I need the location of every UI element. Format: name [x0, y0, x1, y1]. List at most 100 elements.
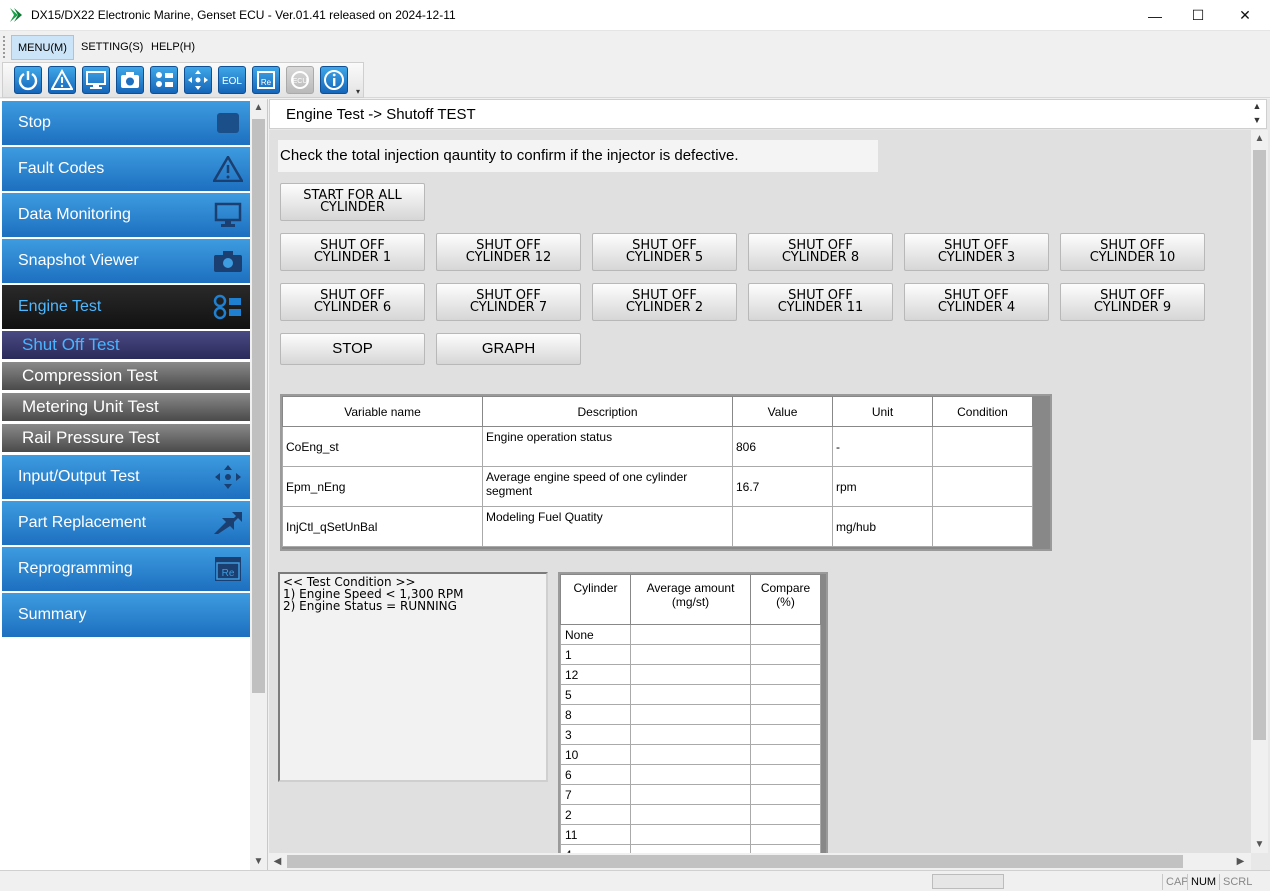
- table-row[interactable]: 7: [560, 784, 821, 805]
- cylinder-cell: None: [560, 624, 631, 645]
- shut-off-cylinder-4-button[interactable]: SHUT OFF CYLINDER 4: [904, 283, 1049, 321]
- test-condition-box[interactable]: << Test Condition >> 1) Engine Speed < 1…: [278, 572, 548, 782]
- shut-off-cylinder-7-button[interactable]: SHUT OFF CYLINDER 7: [436, 283, 581, 321]
- scroll-down-icon[interactable]: ▼: [250, 853, 267, 870]
- menu-item-help[interactable]: HELP(H): [145, 35, 201, 60]
- shut-off-cylinder-1-button[interactable]: SHUT OFF CYLINDER 1: [280, 233, 425, 271]
- eol-icon-label: EOL: [222, 76, 242, 87]
- table-row[interactable]: 12: [560, 664, 821, 685]
- sidebar-subitem-compression-test[interactable]: Compression Test: [2, 362, 250, 390]
- cylinder-result-table: Cylinder Average amount (mg/st) Compare (%…: [558, 572, 828, 853]
- column-header[interactable]: Compare (%): [750, 574, 821, 625]
- camera-icon[interactable]: [116, 66, 144, 94]
- warning-icon[interactable]: [48, 66, 76, 94]
- table-row[interactable]: 5: [560, 684, 821, 705]
- menu-item-setting[interactable]: SETTING(S): [75, 35, 149, 60]
- ecu-icon[interactable]: ECU: [286, 66, 314, 94]
- table-row[interactable]: 1: [560, 644, 821, 665]
- close-button[interactable]: ✕: [1222, 0, 1268, 31]
- description-cell: Average engine speed of one cylinder seg…: [482, 466, 733, 507]
- sidebar-scrollbar[interactable]: ▲ ▼: [250, 99, 267, 870]
- table-row[interactable]: CoEng_st Engine operation status 806 -: [282, 426, 1033, 467]
- table-row[interactable]: 10: [560, 744, 821, 765]
- shut-off-cylinder-12-button[interactable]: SHUT OFF CYLINDER 12: [436, 233, 581, 271]
- column-header[interactable]: Condition: [932, 396, 1033, 427]
- scroll-up-icon[interactable]: ▲: [250, 99, 267, 116]
- table-row[interactable]: None: [560, 624, 821, 645]
- toolbar-overflow-icon[interactable]: ▾: [356, 87, 360, 96]
- column-header[interactable]: Value: [732, 396, 833, 427]
- sidebar-subitem-metering-unit-test[interactable]: Metering Unit Test: [2, 393, 250, 421]
- sidebar-item-data-monitoring[interactable]: Data Monitoring: [2, 193, 250, 237]
- table-row[interactable]: 8: [560, 704, 821, 725]
- button-line: CYLINDER 3: [937, 250, 1016, 265]
- menu-item-menu[interactable]: MENU(M): [11, 35, 74, 60]
- average-cell: [630, 804, 751, 825]
- table-row[interactable]: InjCtl_qSetUnBal Modeling Fuel Quatity m…: [282, 506, 1033, 547]
- condition-cell: [932, 466, 1033, 507]
- power-icon[interactable]: [14, 66, 42, 94]
- main-vertical-scrollbar[interactable]: ▲ ▼: [1251, 130, 1268, 853]
- table-row[interactable]: 6: [560, 764, 821, 785]
- scroll-left-icon[interactable]: ◀: [269, 853, 286, 870]
- average-cell: [630, 644, 751, 665]
- breadcrumb-down-icon[interactable]: ▼: [1250, 115, 1264, 129]
- test-condition-line: 2) Engine Status = RUNNING: [283, 599, 457, 613]
- reprogram-icon[interactable]: Re: [252, 66, 280, 94]
- shut-off-cylinder-3-button[interactable]: SHUT OFF CYLINDER 3: [904, 233, 1049, 271]
- column-header[interactable]: Cylinder: [560, 574, 631, 625]
- sidebar-item-reprogramming[interactable]: Reprogramming Re: [2, 547, 250, 591]
- eol-icon[interactable]: EOL: [218, 66, 246, 94]
- shut-off-cylinder-8-button[interactable]: SHUT OFF CYLINDER 8: [748, 233, 893, 271]
- sidebar-item-fault-codes[interactable]: Fault Codes: [2, 147, 250, 191]
- sidebar-item-stop[interactable]: Stop: [2, 101, 250, 145]
- monitor-icon[interactable]: [82, 66, 110, 94]
- main-vertical-scroll-thumb[interactable]: [1253, 150, 1266, 740]
- scroll-down-icon[interactable]: ▼: [1251, 836, 1268, 853]
- compare-cell: [750, 624, 821, 645]
- start-all-cylinder-button[interactable]: START FOR ALL CYLINDER: [280, 183, 425, 221]
- table-row[interactable]: 2: [560, 804, 821, 825]
- sidebar-item-part-replacement[interactable]: Part Replacement: [2, 501, 250, 545]
- shut-off-cylinder-6-button[interactable]: SHUT OFF CYLINDER 6: [280, 283, 425, 321]
- sidebar-item-engine-test[interactable]: Engine Test: [2, 285, 250, 329]
- main-horizontal-scroll-thumb[interactable]: [287, 855, 1183, 868]
- table-row[interactable]: 3: [560, 724, 821, 745]
- maximize-button[interactable]: ☐: [1175, 0, 1221, 31]
- shut-off-cylinder-10-button[interactable]: SHUT OFF CYLINDER 10: [1060, 233, 1205, 271]
- table-row[interactable]: Epm_nEng Average engine speed of one cyl…: [282, 466, 1033, 507]
- scroll-right-icon[interactable]: ▶: [1232, 853, 1249, 870]
- button-line: CYLINDER 4: [937, 300, 1016, 315]
- column-header[interactable]: Average amount (mg/st): [630, 574, 751, 625]
- sidebar-scroll-thumb[interactable]: [252, 119, 265, 693]
- minimize-button[interactable]: —: [1132, 0, 1178, 31]
- graph-button[interactable]: GRAPH: [436, 333, 581, 365]
- sidebar-item-input-output-test[interactable]: Input/Output Test: [2, 455, 250, 499]
- compare-cell: [750, 704, 821, 725]
- sidebar-subitem-rail-pressure-test[interactable]: Rail Pressure Test: [2, 424, 250, 452]
- shut-off-cylinder-11-button[interactable]: SHUT OFF CYLINDER 11: [748, 283, 893, 321]
- sidebar-item-snapshot-viewer[interactable]: Snapshot Viewer: [2, 239, 250, 283]
- column-header[interactable]: Variable name: [282, 396, 483, 427]
- sidebar-item-label: Snapshot Viewer: [18, 252, 139, 269]
- scroll-up-icon[interactable]: ▲: [1251, 130, 1268, 147]
- breadcrumb-up-icon[interactable]: ▲: [1250, 101, 1264, 115]
- shut-off-cylinder-5-button[interactable]: SHUT OFF CYLINDER 5: [592, 233, 737, 271]
- column-header[interactable]: Unit: [832, 396, 933, 427]
- shut-off-cylinder-2-button[interactable]: SHUT OFF CYLINDER 2: [592, 283, 737, 321]
- description-cell: Engine operation status: [482, 426, 733, 467]
- io-arrows-icon[interactable]: [184, 66, 212, 94]
- sidebar-subitem-shut-off-test[interactable]: Shut Off Test: [2, 331, 250, 359]
- variable-name-cell: InjCtl_qSetUnBal: [282, 506, 483, 547]
- info-icon[interactable]: [320, 66, 348, 94]
- engine-test-icon[interactable]: [150, 66, 178, 94]
- table-row[interactable]: 11: [560, 824, 821, 845]
- menu-grip[interactable]: [3, 36, 6, 58]
- stop-button[interactable]: STOP: [280, 333, 425, 365]
- main-horizontal-scrollbar[interactable]: ◀ ▶: [269, 853, 1251, 870]
- shut-off-cylinder-9-button[interactable]: SHUT OFF CYLINDER 9: [1060, 283, 1205, 321]
- button-line: CYLINDER: [320, 200, 385, 215]
- table-row[interactable]: 4: [560, 844, 821, 853]
- column-header[interactable]: Description: [482, 396, 733, 427]
- sidebar-item-summary[interactable]: Summary: [2, 593, 250, 637]
